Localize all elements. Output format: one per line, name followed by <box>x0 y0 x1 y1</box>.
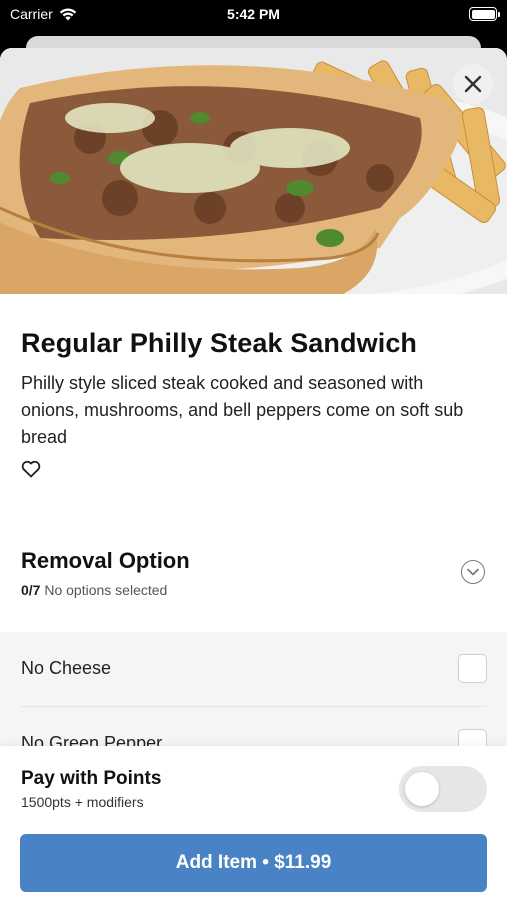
status-time: 5:42 PM <box>227 6 280 22</box>
option-no-cheese[interactable]: No Cheese <box>0 632 507 707</box>
option-label: No Cheese <box>21 658 112 678</box>
status-bar: Carrier 5:42 PM <box>0 0 507 30</box>
add-item-button[interactable]: Add Item • $11.99 <box>20 834 487 892</box>
close-icon <box>464 75 482 93</box>
close-button[interactable] <box>453 64 493 104</box>
collapse-button[interactable] <box>461 560 485 584</box>
toggle-knob <box>405 772 439 806</box>
item-description: Philly style sliced steak cooked and sea… <box>21 373 464 447</box>
chevron-down-icon <box>467 568 479 576</box>
points-cost: 1500pts + modifiers <box>21 794 144 810</box>
selection-count: 0/7 <box>21 582 41 598</box>
item-detail-modal: Regular Philly Steak Sandwich Philly sty… <box>0 48 507 900</box>
heart-icon[interactable] <box>21 460 41 478</box>
sandwich-illustration <box>0 48 507 294</box>
item-photo <box>0 48 507 294</box>
battery-icon <box>469 7 500 21</box>
removal-option-title: Removal Option <box>21 548 190 573</box>
order-footer: Pay with Points 1500pts + modifiers Add … <box>0 746 507 900</box>
pay-with-points-label: Pay with Points <box>21 768 162 789</box>
pay-with-points-toggle[interactable] <box>399 766 487 812</box>
removal-option-status: 0/7 No options selected <box>21 582 167 598</box>
option-checkbox[interactable] <box>458 654 487 683</box>
item-title: Regular Philly Steak Sandwich <box>21 328 418 358</box>
selection-status: No options selected <box>44 582 168 598</box>
